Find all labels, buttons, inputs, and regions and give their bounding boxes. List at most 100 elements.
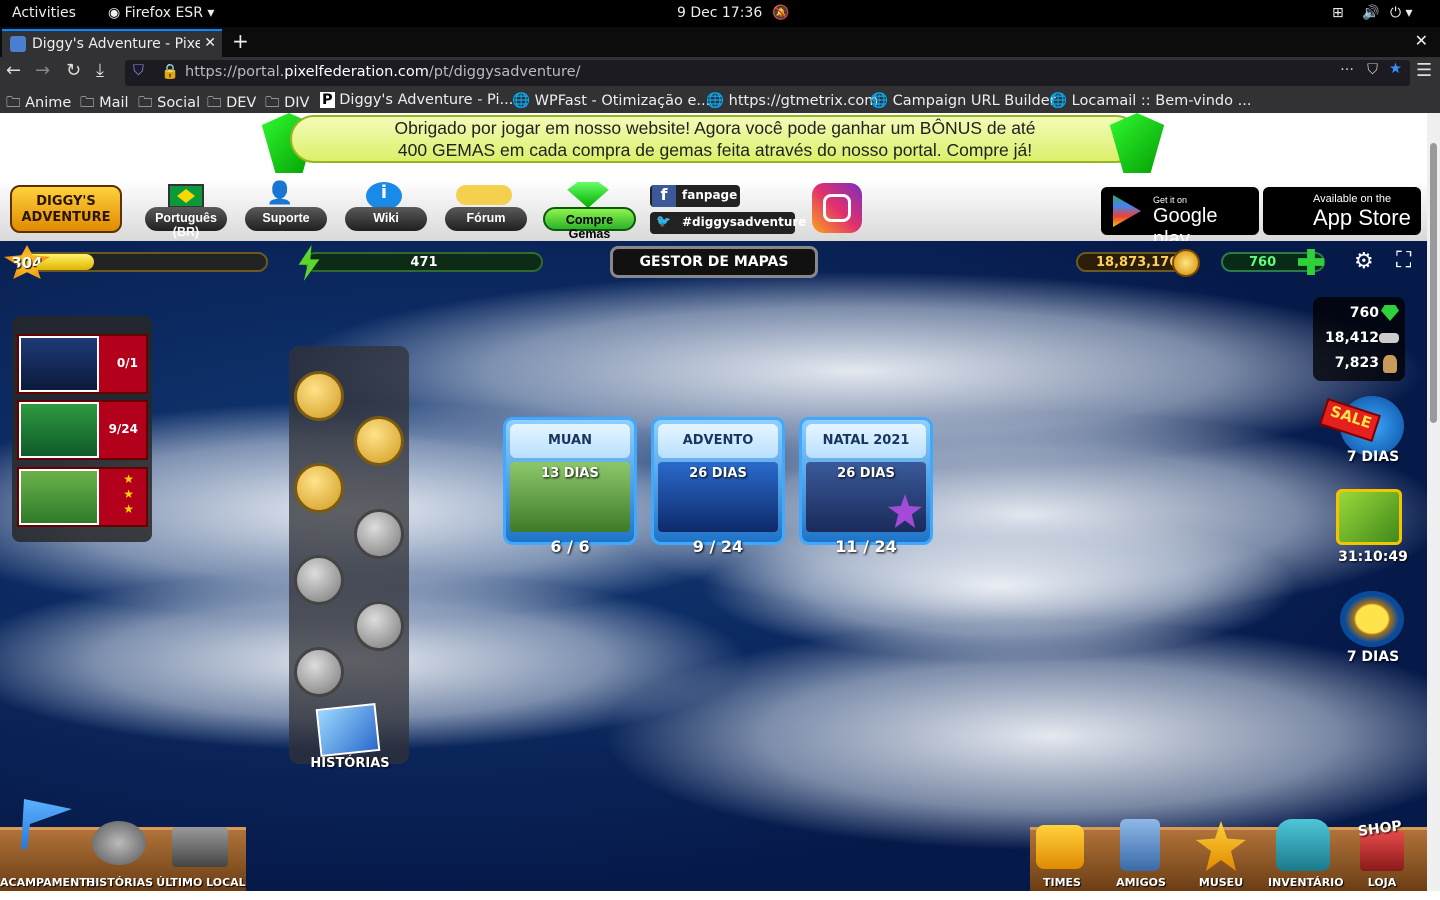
world-region-icon[interactable] [294, 647, 344, 697]
forum-icon [456, 185, 512, 205]
quest-santa-sleigh-image [19, 336, 99, 392]
camp-button[interactable]: ACAMPAMENTO [0, 876, 96, 889]
promo-banner[interactable]: Obrigado por jogar em nosso website! Ago… [0, 113, 1427, 179]
fullscreen-icon[interactable]: ⛶ [1396, 248, 1411, 273]
sale-timer: 7 DIAS [1346, 449, 1400, 465]
facebook-icon: f [652, 185, 676, 207]
gem-icon [1381, 305, 1399, 321]
clock[interactable]: 9 Dec 17:36 [677, 5, 762, 21]
friends-icon [1120, 819, 1160, 871]
bookmark-campaign-url-builder[interactable]: 🌐 Campaign URL Builder [870, 92, 1056, 109]
twitter-icon: 🐦 [656, 214, 671, 228]
scandinavia-region-icon[interactable] [354, 416, 404, 466]
egypt-region-icon[interactable] [294, 371, 344, 421]
star-rating-icon: ★ ★ ★ [123, 472, 134, 516]
forum-button[interactable]: Fórum [445, 207, 527, 231]
support-button[interactable]: Suporte [245, 207, 327, 231]
page-actions-icon[interactable]: ··· [1340, 62, 1354, 78]
promo-text: Obrigado por jogar em nosso website! Ago… [290, 115, 1140, 163]
stories-button[interactable]: HISTÓRIAS [86, 876, 153, 889]
offer-timer: 7 DIAS [1346, 649, 1400, 665]
back-icon[interactable]: ← [6, 60, 21, 81]
energy-bar: 471 [305, 252, 543, 272]
gift-icon[interactable] [1336, 489, 1402, 545]
inventory-button[interactable]: INVENTÁRIO [1268, 876, 1344, 889]
firefox-icon: ◉ [108, 5, 125, 21]
language-button[interactable]: Português (BR) [145, 207, 227, 239]
tab-bar: Diggy's Adventure - Pixel ✕ + ✕ [0, 27, 1440, 57]
shop-button[interactable]: LOJA [1358, 876, 1406, 889]
portal-menu: DIGGY'S ADVENTURE Português (BR) 👤 Supor… [0, 179, 1427, 250]
network-icon[interactable]: ⊞ [1332, 5, 1344, 21]
event-card-advento[interactable]: ADVENTO 26 DIAS 9 / 24 [651, 417, 785, 556]
app-store-button[interactable]: Available on the App Store [1263, 187, 1421, 235]
bookmarks-toolbar: 🗀 Anime 🗀 Mail 🗀 Social 🗀 DEV 🗀 DIV P Di… [0, 88, 1440, 113]
scrollbar-thumb[interactable] [1430, 143, 1437, 423]
mine-cart-icon [172, 827, 228, 867]
pocket-icon[interactable]: ⛉ [1367, 62, 1378, 78]
shield-icon[interactable]: ⛉ [133, 63, 144, 79]
quest-muan-image [19, 469, 99, 525]
xp-bar [18, 252, 268, 272]
wiki-button[interactable]: Wiki [345, 207, 427, 231]
last-location-button[interactable]: ÚLTIMO LOCAL [156, 876, 246, 889]
menu-icon[interactable]: ☰ [1416, 60, 1432, 81]
close-window-icon[interactable]: ✕ [1415, 31, 1428, 50]
friends-button[interactable]: AMIGOS [1112, 876, 1170, 889]
tab-diggys-adventure[interactable]: Diggy's Adventure - Pixel ✕ [2, 29, 222, 57]
game-canvas[interactable]: 304 471 GESTOR DE MAPAS 18,873,176 760 ⚙… [0, 241, 1427, 891]
system-top-bar: Activities ◉ Firefox ESR ▾ 9 Dec 17:36 🔕… [0, 0, 1440, 27]
wiki-icon: i [366, 182, 402, 210]
map-manager-button[interactable]: GESTOR DE MAPAS [610, 246, 818, 278]
greece-region-icon[interactable] [294, 555, 344, 605]
atlantis-region-icon[interactable] [354, 509, 404, 559]
facebook-fanpage-button[interactable]: f fanpage [650, 185, 740, 207]
twitter-button[interactable]: 🐦 #diggysadventure [650, 212, 806, 234]
forward-icon[interactable]: → [35, 60, 50, 81]
firefox-app-menu[interactable]: ◉ Firefox ESR ▾ [108, 5, 214, 21]
settings-gear-icon[interactable]: ⚙ [1354, 249, 1374, 274]
notifications-muted-icon: 🔕 [772, 5, 790, 21]
bookmark-locamail[interactable]: 🌐 Locamail :: Bem-vindo ... [1049, 92, 1251, 109]
quest-christmas-tree-image [19, 402, 99, 458]
gift-timer: 31:10:49 [1338, 549, 1408, 565]
lock-icon[interactable]: 🔒 [161, 63, 179, 80]
bookmark-wpfast[interactable]: 🌐 WPFast - Otimização e... [512, 92, 710, 109]
backpack-icon [1276, 819, 1330, 871]
event-card-natal-2021[interactable]: NATAL 2021 26 DIAS 11 / 24 [799, 417, 933, 556]
diggy-logo[interactable]: DIGGY'S ADVENTURE [10, 185, 122, 233]
coin-icon [1172, 249, 1200, 277]
instagram-icon[interactable] [812, 183, 862, 233]
reload-icon[interactable]: ↻ [66, 60, 81, 81]
google-play-button[interactable]: Get it on Google play [1101, 187, 1259, 250]
offer-icon[interactable] [1340, 591, 1404, 647]
buy-gems-button[interactable]: Compre Gemas [543, 207, 636, 241]
bookmark-star-icon[interactable]: ★ [1389, 61, 1402, 77]
page-scrollbar[interactable] [1427, 113, 1440, 891]
maya-region-icon[interactable] [354, 601, 404, 651]
quest-item[interactable]: 0/1 [17, 334, 148, 394]
materials-icon [1379, 333, 1399, 343]
quest-item[interactable]: 9/24 [17, 400, 148, 460]
resources-panel: 760 18,412 7,823 [1313, 297, 1405, 381]
volume-icon[interactable]: 🔊 [1362, 5, 1379, 21]
brazil-flag-icon [168, 184, 204, 208]
quest-item[interactable]: ★ ★ ★ [17, 467, 148, 527]
stories-label[interactable]: HISTÓRIAS [300, 756, 400, 771]
close-tab-icon[interactable]: ✕ [200, 35, 216, 51]
google-play-icon [1113, 195, 1141, 227]
bookmark-gtmetrix[interactable]: 🌐 https://gtmetrix.com [706, 92, 878, 109]
cloud [700, 511, 1300, 661]
url-bar[interactable]: ⛉ 🔒 https://portal.pixelfederation.com/p… [125, 60, 1410, 86]
activities-button[interactable]: Activities [12, 5, 76, 21]
power-icon[interactable]: ⏻ ▾ [1390, 5, 1413, 21]
china-region-icon[interactable] [294, 463, 344, 513]
museum-button[interactable]: MUSEU [1196, 876, 1246, 889]
event-card-muan[interactable]: MUAN 13 DIAS 6 / 6 [503, 417, 637, 556]
download-icon[interactable]: ⤓ [96, 60, 104, 81]
stories-icon[interactable] [315, 702, 381, 758]
new-tab-icon[interactable]: + [232, 29, 249, 53]
teams-button[interactable]: TIMES [1034, 876, 1090, 889]
bookmark-diggys-adventure[interactable]: P Diggy's Adventure - Pi... [320, 92, 513, 108]
film-reel-icon [92, 821, 146, 865]
